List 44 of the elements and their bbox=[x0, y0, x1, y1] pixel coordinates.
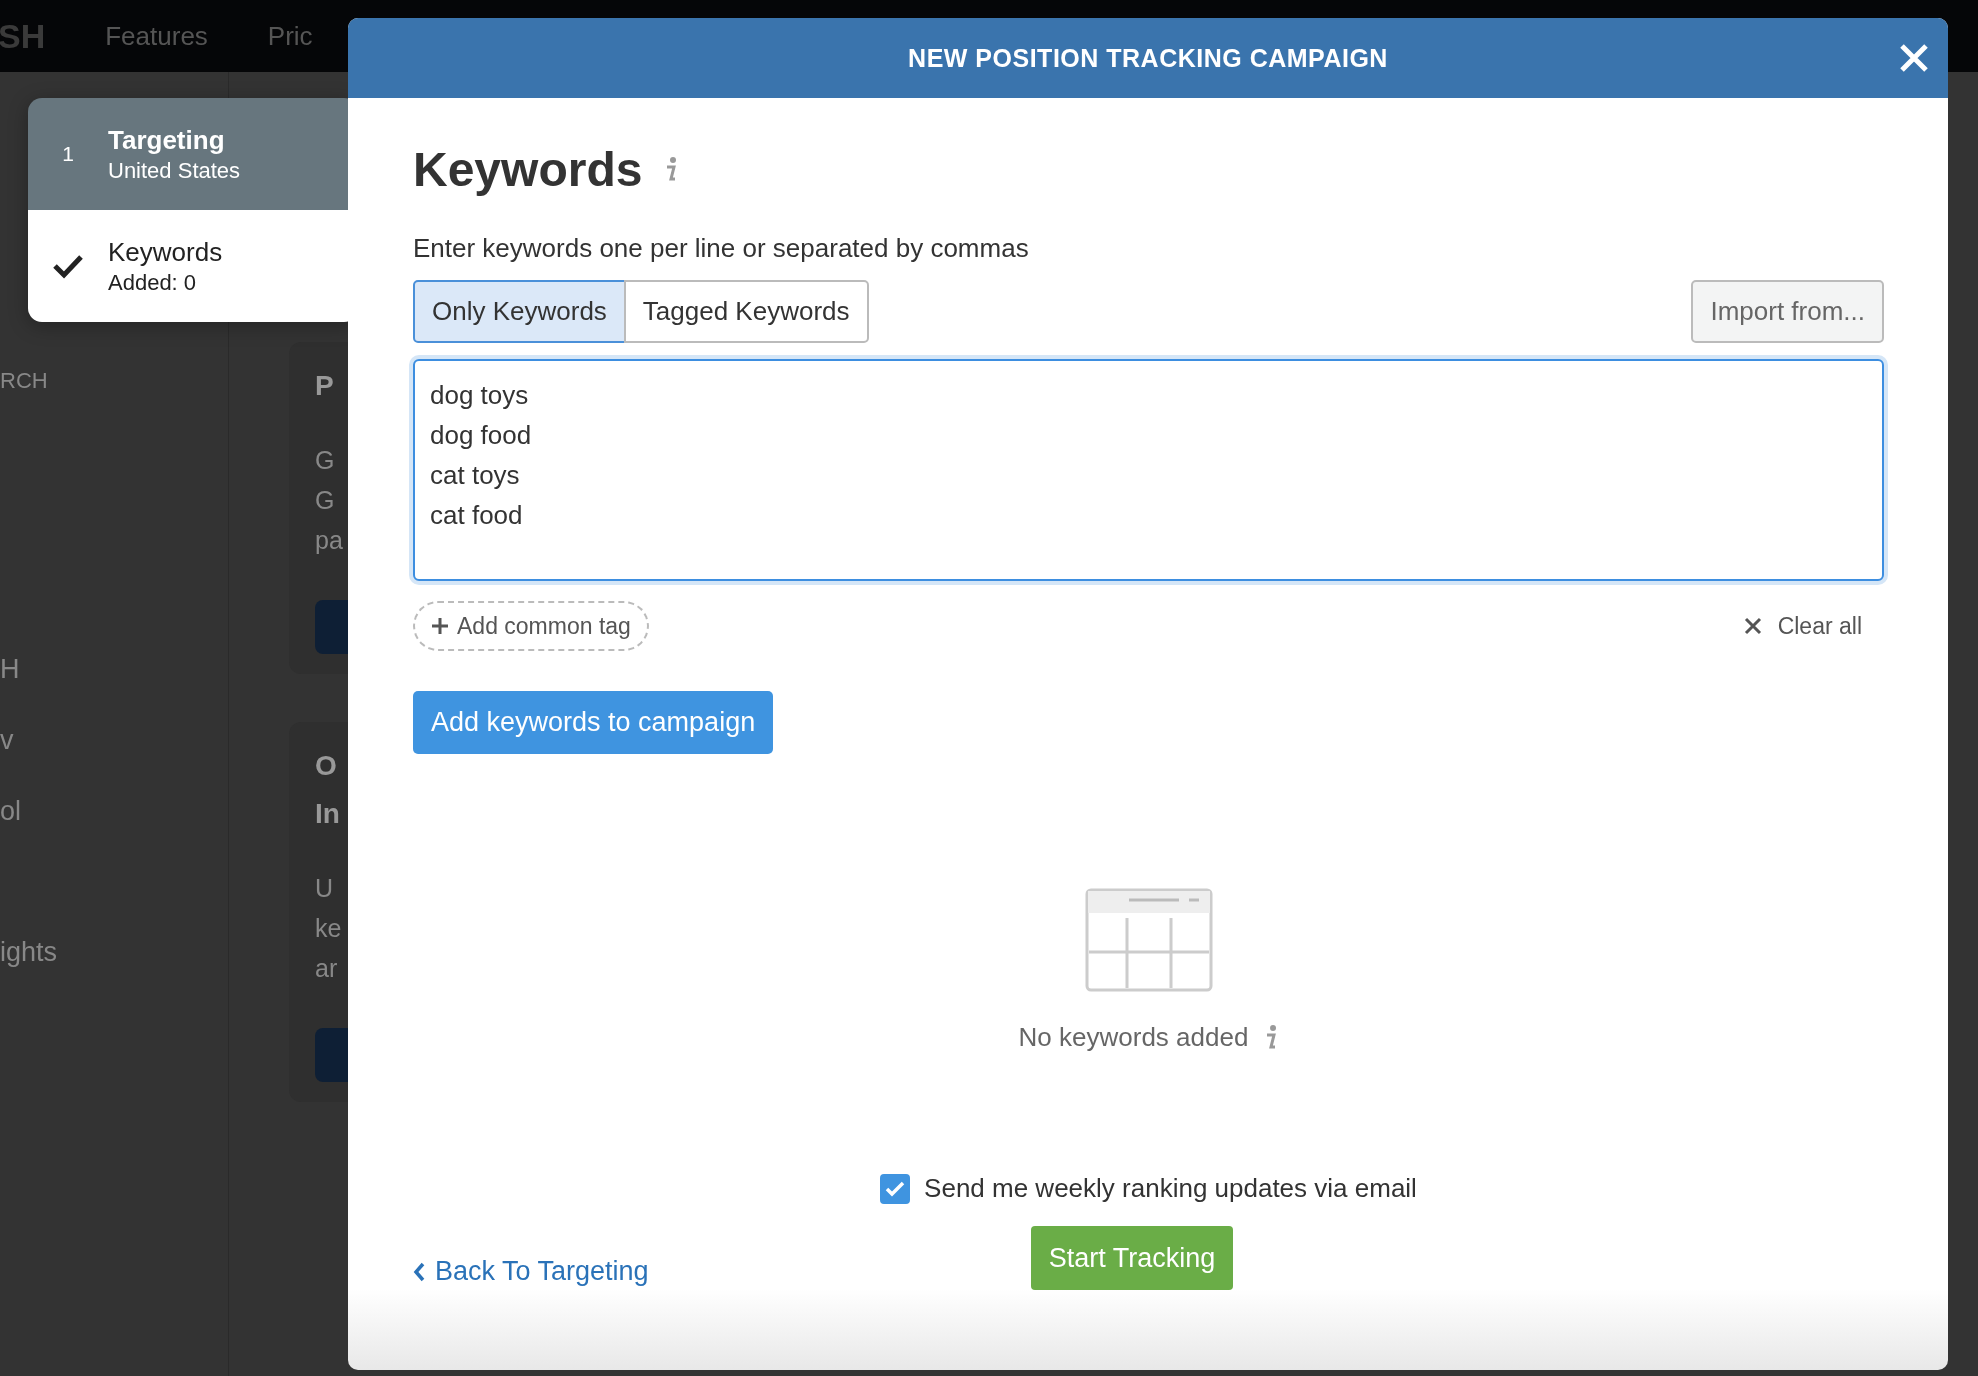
nav-link[interactable]: Features bbox=[105, 20, 208, 52]
step-subtitle: United States bbox=[108, 157, 241, 184]
sidebar-item[interactable]: v bbox=[0, 725, 14, 756]
import-button[interactable]: Import from... bbox=[1691, 280, 1884, 343]
card-text: pa bbox=[315, 525, 343, 556]
section-heading: Keywords bbox=[413, 142, 643, 197]
checkbox-label: Send me weekly ranking updates via email bbox=[924, 1173, 1417, 1204]
sidebar-item[interactable]: RCH bbox=[0, 368, 48, 394]
mode-tab[interactable]: Tagged Keywords bbox=[623, 280, 869, 343]
step-title: Targeting bbox=[108, 124, 226, 156]
back-link[interactable]: Back To Targeting bbox=[413, 1256, 649, 1287]
close-icon bbox=[1743, 617, 1762, 635]
card-text: U bbox=[315, 873, 334, 904]
clear-all-button[interactable]: Clear all bbox=[1737, 611, 1868, 641]
sidebar-item[interactable]: ol bbox=[0, 796, 21, 827]
empty-table-icon bbox=[1084, 888, 1213, 992]
email-checkbox[interactable] bbox=[880, 1173, 911, 1204]
add-tag-button[interactable]: Add common tag bbox=[413, 601, 649, 651]
info-icon bbox=[664, 156, 679, 183]
dialog-title: NEW POSITION TRACKING CAMPAIGN bbox=[908, 43, 1388, 73]
sidebar-item[interactable]: ights bbox=[0, 937, 58, 968]
plus-icon bbox=[431, 617, 449, 635]
card-title: In bbox=[315, 797, 340, 831]
step-subtitle: Added: 0 bbox=[108, 269, 198, 296]
card-text: G bbox=[315, 485, 335, 516]
info-icon bbox=[1264, 1024, 1279, 1051]
card-text: ar bbox=[315, 953, 338, 984]
nav-link[interactable]: Pric bbox=[267, 20, 313, 52]
add-keywords-button[interactable]: Add keywords to campaign bbox=[413, 691, 774, 754]
empty-state-text: No keywords added bbox=[1018, 1022, 1249, 1053]
start-tracking-button[interactable]: Start Tracking bbox=[1030, 1226, 1234, 1290]
card-title: O bbox=[315, 749, 337, 783]
check-icon bbox=[52, 253, 84, 279]
check-icon bbox=[885, 1180, 906, 1197]
mode-tab[interactable]: Only Keywords bbox=[413, 280, 626, 343]
sidebar-item[interactable]: H bbox=[0, 654, 20, 685]
card-title: P bbox=[315, 369, 334, 403]
keywords-field[interactable]: dog toys dog food cat toys cat food bbox=[413, 359, 1884, 581]
chevron-left-icon bbox=[413, 1261, 425, 1282]
card-text: ke bbox=[315, 913, 342, 944]
step-title: Keywords bbox=[108, 236, 223, 268]
instruction-text: Enter keywords one per line or separated by commas bbox=[413, 233, 1030, 264]
card-text: G bbox=[315, 445, 335, 476]
step-number: 1 bbox=[62, 142, 74, 166]
